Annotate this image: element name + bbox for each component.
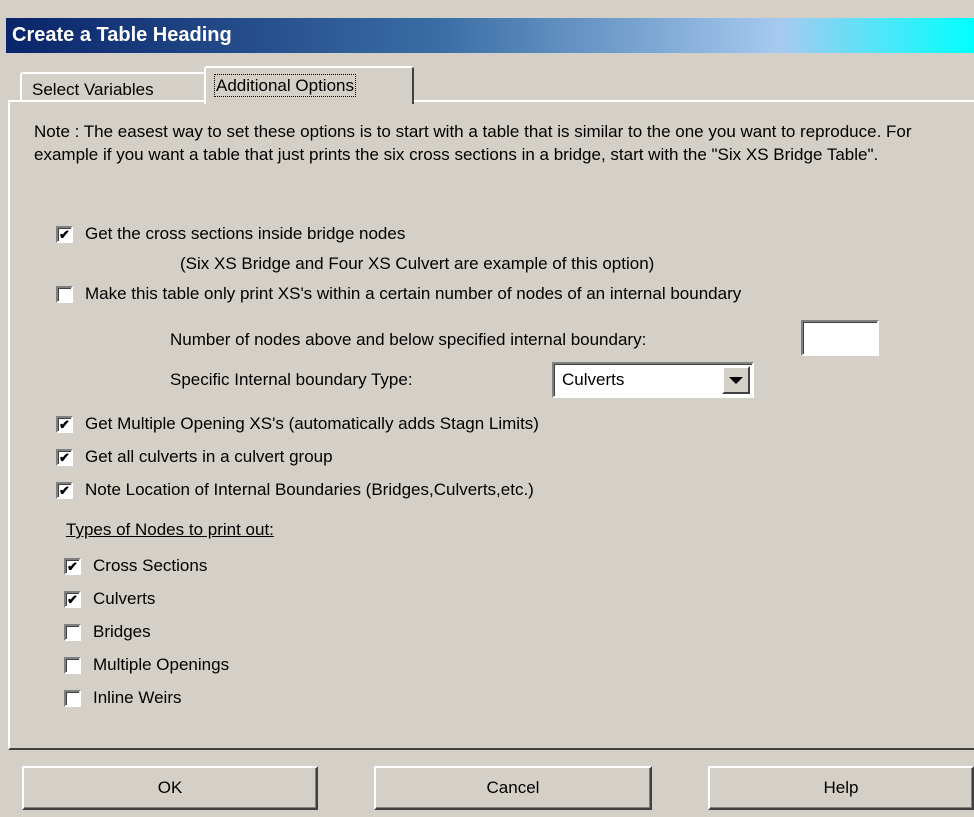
checkbox-box	[64, 623, 81, 641]
help-button[interactable]: Help	[708, 766, 974, 810]
select-value: Culverts	[562, 370, 625, 389]
cancel-button[interactable]: Cancel	[374, 766, 652, 810]
node-types-heading: Types of Nodes to print out:	[66, 520, 274, 539]
culvert-group-checkbox[interactable]: ✔ Get all culverts in a culvert group	[56, 447, 333, 467]
checkbox-box	[56, 285, 73, 303]
checkbox-box	[64, 689, 81, 707]
checkmark-icon: ✔	[56, 225, 73, 243]
node-type-culverts-checkbox[interactable]: ✔ Culverts	[64, 589, 155, 609]
ok-button[interactable]: OK	[22, 766, 318, 810]
boundary-type-select[interactable]: Culverts	[552, 362, 754, 398]
boundary-type-label: Specific Internal boundary Type:	[170, 370, 413, 389]
nodes-count-input[interactable]	[801, 320, 879, 356]
tab-label: Select Variables	[32, 80, 154, 99]
tab-additional-options[interactable]: Additional Options	[204, 66, 414, 104]
multiple-opening-checkbox[interactable]: ✔ Get Multiple Opening XS's (automatical…	[56, 414, 539, 434]
node-type-inline-weirs-checkbox[interactable]: Inline Weirs	[64, 688, 182, 708]
checkbox-label: Culverts	[93, 589, 156, 608]
note-text: Note : The easest way to set these optio…	[34, 122, 912, 164]
checkbox-label: Note Location of Internal Boundaries (Br…	[85, 480, 534, 499]
checkbox-label: Bridges	[93, 622, 151, 641]
dialog-window: Create a Table Heading Select Variables …	[0, 0, 974, 817]
nodes-count-label: Number of nodes above and below specifie…	[170, 330, 647, 349]
tab-select-variables[interactable]: Select Variables	[20, 72, 206, 102]
checkbox-label: Get the cross sections inside bridge nod…	[85, 224, 406, 243]
title-bar[interactable]: Create a Table Heading	[6, 18, 974, 53]
checkbox-label: Inline Weirs	[93, 688, 182, 707]
checkbox-label: Get all culverts in a culvert group	[85, 447, 333, 466]
note-location-checkbox[interactable]: ✔ Note Location of Internal Boundaries (…	[56, 480, 534, 500]
checkmark-icon: ✔	[56, 481, 73, 499]
dropdown-arrow-icon[interactable]	[722, 366, 750, 394]
checkbox-label: Cross Sections	[93, 556, 208, 575]
checkbox-box	[64, 656, 81, 674]
node-type-bridges-checkbox[interactable]: Bridges	[64, 622, 151, 642]
checkbox-label: Make this table only print XS's within a…	[85, 284, 742, 303]
tab-label: Additional Options	[214, 74, 356, 97]
checkbox-label: Get Multiple Opening XS's (automatically…	[85, 414, 539, 433]
window-title: Create a Table Heading	[12, 24, 232, 46]
internal-boundary-checkbox[interactable]: Make this table only print XS's within a…	[56, 284, 741, 304]
checkmark-icon: ✔	[64, 590, 81, 608]
node-type-cross-sections-checkbox[interactable]: ✔ Cross Sections	[64, 556, 207, 576]
checkmark-icon: ✔	[64, 557, 81, 575]
checkmark-icon: ✔	[56, 448, 73, 466]
bridge-nodes-hint: (Six XS Bridge and Four XS Culvert are e…	[180, 254, 655, 273]
checkmark-icon: ✔	[56, 415, 73, 433]
checkbox-label: Multiple Openings	[93, 655, 230, 674]
bridge-nodes-checkbox[interactable]: ✔ Get the cross sections inside bridge n…	[56, 224, 405, 244]
node-type-multiple-openings-checkbox[interactable]: Multiple Openings	[64, 655, 229, 675]
